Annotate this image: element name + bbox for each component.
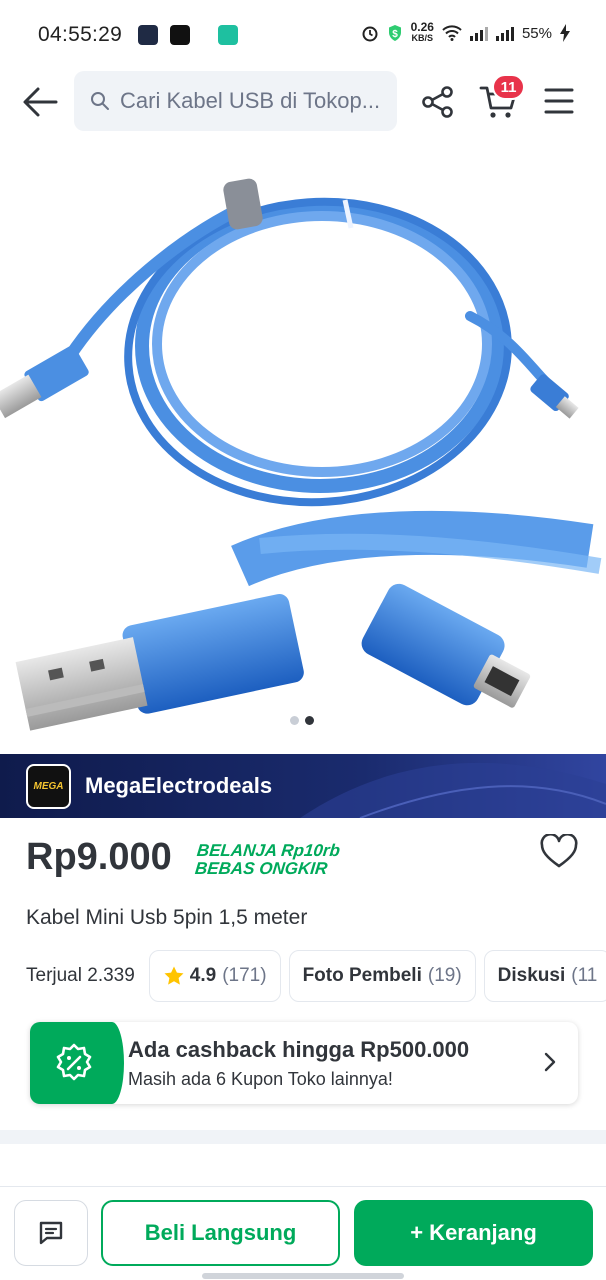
- carousel-dots: [290, 716, 314, 725]
- section-divider: [0, 1130, 606, 1144]
- back-arrow-icon[interactable]: [20, 84, 60, 120]
- star-icon: [164, 966, 184, 985]
- heart-icon[interactable]: [540, 834, 578, 870]
- alarm-icon: [362, 26, 378, 42]
- svg-text:$: $: [392, 29, 398, 40]
- product-price: Rp9.000: [26, 836, 172, 878]
- buy-now-button[interactable]: Beli Langsung: [101, 1200, 340, 1266]
- charging-icon: [560, 24, 570, 42]
- shop-logo[interactable]: MEGA: [26, 763, 71, 809]
- product-image-carousel[interactable]: [0, 146, 606, 754]
- product-title: Kabel Mini Usb 5pin 1,5 meter: [26, 906, 308, 929]
- free-shipping-label-line1: BELANJA Rp10rb: [196, 841, 341, 860]
- banner-wave-decoration: [300, 762, 606, 818]
- share-icon[interactable]: [420, 84, 456, 120]
- shop-name[interactable]: MegaElectrodeals: [85, 773, 272, 799]
- cashback-text: Ada cashback hingga Rp500.000 Masih ada …: [128, 1037, 469, 1090]
- battery-level: 55%: [521, 24, 552, 42]
- chat-seller-button[interactable]: [14, 1200, 88, 1266]
- cashback-title: Ada cashback hingga Rp500.000: [128, 1036, 470, 1062]
- carousel-dot-active[interactable]: [305, 716, 314, 725]
- top-navigation: Cari Kabel USB di Tokop... 11: [0, 70, 606, 134]
- chevron-right-icon: [544, 1052, 556, 1072]
- shop-banner[interactable]: MEGA MegaElectrodeals: [0, 754, 606, 818]
- discussion-count: (11: [571, 965, 598, 986]
- signal-icon: [495, 25, 514, 41]
- shop-logo-text: MEGA: [33, 780, 64, 792]
- status-indicators: $ 0.26 KB/S 55%: [361, 20, 570, 44]
- search-icon: [91, 92, 109, 110]
- wifi-icon: [442, 25, 462, 41]
- cashback-icon-area: [30, 1022, 124, 1104]
- usb-cable-image: [0, 178, 602, 731]
- free-shipping-label-line2: BEBAS ONGKIR: [194, 859, 329, 878]
- rating-chip[interactable]: 4.9 (171): [148, 950, 281, 1002]
- search-placeholder: Cari Kabel USB di Tokop...: [120, 88, 381, 113]
- hamburger-menu-icon[interactable]: [544, 87, 574, 115]
- cashback-coupon-card[interactable]: Ada cashback hingga Rp500.000 Masih ada …: [30, 1022, 578, 1104]
- free-shipping-label: BELANJA Rp10rb BEBAS ONGKIR: [194, 841, 341, 878]
- rating-count: (171): [222, 965, 267, 986]
- network-speed: 0.26 KB/S: [410, 20, 434, 43]
- bottom-action-bar: Beli Langsung + Keranjang: [0, 1186, 606, 1280]
- buyer-photos-count: (19): [427, 965, 462, 986]
- add-to-cart-button[interactable]: + Keranjang: [354, 1200, 593, 1266]
- notification-app-icon: [138, 25, 159, 45]
- notification-app-icon: [170, 25, 191, 45]
- notification-chat-icon: [218, 25, 239, 45]
- product-stats-row: Terjual 2.339 4.9 (171) Foto Pembeli (19…: [26, 950, 606, 1002]
- discussion-label: Diskusi: [497, 965, 566, 986]
- buyer-photos-label: Foto Pembeli: [302, 965, 422, 986]
- sold-count: Terjual 2.339: [26, 965, 135, 986]
- home-indicator[interactable]: [202, 1273, 404, 1279]
- discussion-chip[interactable]: Diskusi (11: [483, 950, 606, 1002]
- signal-icon: [469, 25, 488, 41]
- discount-badge-icon: [56, 1043, 92, 1081]
- shield-icon: $: [388, 25, 401, 41]
- rating-value: 4.9: [189, 965, 217, 986]
- buyer-photos-chip[interactable]: Foto Pembeli (19): [288, 950, 476, 1002]
- chat-icon: [39, 1221, 63, 1245]
- status-time: 04:55:29: [38, 23, 123, 46]
- search-input[interactable]: Cari Kabel USB di Tokop...: [74, 71, 397, 131]
- cart-badge: 11: [492, 74, 525, 100]
- status-bar: 04:55:29 $ 0.26 KB/S 55%: [0, 0, 606, 70]
- cashback-subtitle: Masih ada 6 Kupon Toko lainnya!: [128, 1068, 393, 1089]
- carousel-dot[interactable]: [290, 716, 299, 725]
